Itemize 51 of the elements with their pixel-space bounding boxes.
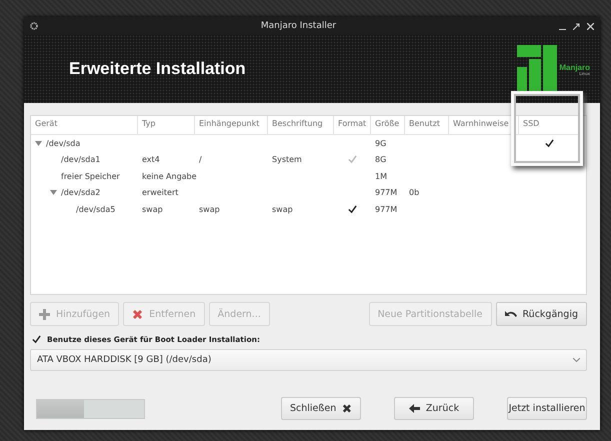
- column-header[interactable]: Typ: [138, 116, 195, 135]
- size-text: 977M: [375, 188, 398, 198]
- type-text: swap: [142, 204, 163, 214]
- column-header[interactable]: Beschriftung: [268, 116, 334, 135]
- used-text: 0b: [409, 188, 420, 198]
- remove-icon: [132, 308, 144, 320]
- column-header[interactable]: Einhängepunkt: [195, 116, 268, 135]
- expand-triangle-icon[interactable]: [50, 190, 57, 196]
- mount-text: swap: [199, 204, 220, 214]
- checkbox[interactable]: [32, 335, 41, 344]
- page-title: Erweiterte Installation: [69, 59, 247, 79]
- window-title: Manjaro Installer: [260, 21, 338, 31]
- column-header[interactable]: SSD: [519, 116, 579, 135]
- size-text: 1M: [375, 172, 387, 181]
- nav-button[interactable]: Schließen: [281, 397, 361, 420]
- undo-icon: [504, 310, 516, 318]
- maximize-icon[interactable]: [573, 22, 580, 30]
- checkmark-icon[interactable]: [348, 204, 357, 214]
- back-arrow-icon: [408, 404, 420, 413]
- device-name: /dev/sda: [46, 138, 80, 148]
- nav-button[interactable]: Zurück: [394, 397, 474, 420]
- size-text: 9G: [375, 138, 386, 148]
- column-header[interactable]: Format: [334, 116, 371, 135]
- plus-icon: [39, 308, 50, 320]
- toolbar-button[interactable]: Rückgängig: [496, 302, 587, 326]
- label-text: swap: [272, 204, 293, 214]
- logo-icon: [517, 45, 558, 93]
- size-text: 8G: [375, 155, 386, 164]
- close-icon: [342, 403, 352, 414]
- device-name: /dev/sda1: [61, 155, 100, 164]
- column-header[interactable]: Warnhinweise: [449, 116, 519, 135]
- device-name: freier Speicher: [61, 172, 120, 181]
- size-text: 977M: [375, 204, 398, 214]
- column-header[interactable]: Gerät: [31, 116, 138, 135]
- column-header[interactable]: Benutzt: [405, 116, 449, 135]
- expand-triangle-icon[interactable]: [35, 140, 42, 146]
- label-text: System: [272, 155, 302, 164]
- device-name: /dev/sda2: [61, 188, 100, 198]
- gear-icon[interactable]: [30, 22, 38, 30]
- column-header[interactable]: Größe: [371, 116, 405, 135]
- checkmark-icon[interactable]: [544, 138, 554, 148]
- type-text: keine Angabe: [142, 172, 197, 181]
- close-icon[interactable]: [587, 22, 594, 30]
- logo-text: Manjaro: [559, 62, 590, 72]
- nav-button[interactable]: Jetzt installieren: [507, 397, 587, 420]
- mount-text: /: [199, 155, 202, 164]
- type-text: erweitert: [142, 188, 178, 198]
- chevron-down-icon: [573, 358, 580, 362]
- type-text: ext4: [142, 155, 160, 164]
- device-dropdown[interactable]: ATA VBOX HARDDISK [9 GB] (/dev/sda): [30, 349, 587, 371]
- device-name: /dev/sda5: [76, 204, 116, 214]
